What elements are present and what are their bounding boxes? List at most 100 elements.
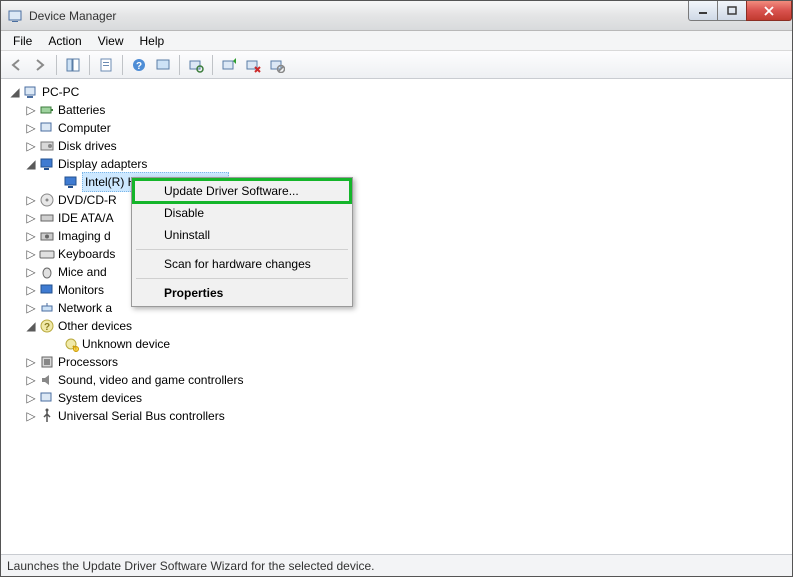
- close-button[interactable]: [746, 1, 792, 21]
- cpu-icon: [39, 354, 55, 370]
- collapse-icon[interactable]: ◢: [25, 155, 37, 173]
- tree-label: Batteries: [58, 101, 105, 119]
- tree-label: Keyboards: [58, 245, 115, 263]
- window-controls: [689, 1, 792, 21]
- tree-label: Processors: [58, 353, 118, 371]
- toolbar-separator: [179, 55, 180, 75]
- tree-label: Other devices: [58, 317, 132, 335]
- tree-item-processors[interactable]: ▷ Processors: [5, 353, 792, 371]
- tree-label: Mice and: [58, 263, 107, 281]
- tree-item-sound[interactable]: ▷ Sound, video and game controllers: [5, 371, 792, 389]
- toolbar: ?: [1, 51, 792, 79]
- toolbar-separator: [122, 55, 123, 75]
- dvd-icon: [39, 192, 55, 208]
- show-hide-tree-button[interactable]: [62, 54, 84, 76]
- statusbar: Launches the Update Driver Software Wiza…: [1, 554, 792, 576]
- expand-icon[interactable]: ▷: [25, 209, 37, 227]
- forward-button[interactable]: [29, 54, 51, 76]
- computer-icon: [39, 120, 55, 136]
- tree-item-dvd[interactable]: ▷ DVD/CD-R: [5, 191, 792, 209]
- tree-item-ide[interactable]: ▷ IDE ATA/A: [5, 209, 792, 227]
- statusbar-text: Launches the Update Driver Software Wiza…: [7, 559, 375, 573]
- tree-item-usb[interactable]: ▷ Universal Serial Bus controllers: [5, 407, 792, 425]
- display-icon: [63, 174, 79, 190]
- menu-action[interactable]: Action: [40, 32, 89, 50]
- tree-item-keyboards[interactable]: ▷ Keyboards: [5, 245, 792, 263]
- network-icon: [39, 300, 55, 316]
- toolbar-separator: [212, 55, 213, 75]
- tree-item-batteries[interactable]: ▷ Batteries: [5, 101, 792, 119]
- menu-help[interactable]: Help: [132, 32, 173, 50]
- help-toolbar-button[interactable]: ?: [128, 54, 150, 76]
- collapse-icon[interactable]: ◢: [9, 83, 21, 101]
- expand-icon[interactable]: ▷: [25, 371, 37, 389]
- expand-icon[interactable]: ▷: [25, 227, 37, 245]
- svg-text:?: ?: [44, 322, 50, 333]
- tree-label: Imaging d: [58, 227, 111, 245]
- update-driver-toolbar-button[interactable]: [218, 54, 240, 76]
- expand-icon[interactable]: ▷: [25, 299, 37, 317]
- back-button[interactable]: [5, 54, 27, 76]
- cm-uninstall[interactable]: Uninstall: [134, 224, 350, 246]
- expand-icon[interactable]: ▷: [25, 101, 37, 119]
- ide-icon: [39, 210, 55, 226]
- battery-icon: [39, 102, 55, 118]
- tree-item-monitors[interactable]: ▷ Monitors: [5, 281, 792, 299]
- cm-disable[interactable]: Disable: [134, 202, 350, 224]
- svg-text:?: ?: [136, 61, 142, 72]
- titlebar: Device Manager: [1, 1, 792, 31]
- tree-root[interactable]: ◢ PC-PC: [5, 83, 792, 101]
- svg-text:!: !: [75, 347, 76, 352]
- toolbar-separator: [56, 55, 57, 75]
- view-toolbar-button[interactable]: [152, 54, 174, 76]
- tree-item-other-devices[interactable]: ◢ ? Other devices: [5, 317, 792, 335]
- minimize-button[interactable]: [688, 1, 718, 21]
- cm-update-driver[interactable]: Update Driver Software...: [134, 180, 350, 202]
- cm-scan-hardware[interactable]: Scan for hardware changes: [134, 253, 350, 275]
- cm-properties[interactable]: Properties: [134, 282, 350, 304]
- context-menu: Update Driver Software... Disable Uninst…: [131, 177, 353, 307]
- tree-item-intel-hd-graphics[interactable]: Intel(R) HD Graphics 2000: [5, 173, 792, 191]
- tree-item-mice[interactable]: ▷ Mice and: [5, 263, 792, 281]
- device-tree-pane[interactable]: ◢ PC-PC ▷ Batteries ▷ Computer ▷ Disk dr…: [1, 79, 792, 554]
- cm-separator: [136, 249, 348, 250]
- tree-label: PC-PC: [42, 83, 79, 101]
- menu-file[interactable]: File: [5, 32, 40, 50]
- expand-icon[interactable]: ▷: [25, 353, 37, 371]
- uninstall-toolbar-button[interactable]: [242, 54, 264, 76]
- expand-icon[interactable]: ▷: [25, 281, 37, 299]
- tree-item-computer[interactable]: ▷ Computer: [5, 119, 792, 137]
- properties-toolbar-button[interactable]: [95, 54, 117, 76]
- tree-item-display-adapters[interactable]: ◢ Display adapters: [5, 155, 792, 173]
- tree-item-system[interactable]: ▷ System devices: [5, 389, 792, 407]
- tree-label: System devices: [58, 389, 142, 407]
- expand-icon[interactable]: ▷: [25, 137, 37, 155]
- expand-icon[interactable]: ▷: [25, 119, 37, 137]
- expand-icon[interactable]: ▷: [25, 191, 37, 209]
- maximize-button[interactable]: [717, 1, 747, 21]
- warning-icon: !: [63, 336, 79, 352]
- window-title: Device Manager: [29, 9, 116, 23]
- other-icon: ?: [39, 318, 55, 334]
- tree-label: DVD/CD-R: [58, 191, 117, 209]
- tree-label: Disk drives: [58, 137, 117, 155]
- tree-item-unknown-device[interactable]: ! Unknown device: [5, 335, 792, 353]
- disable-toolbar-button[interactable]: [266, 54, 288, 76]
- tree-item-imaging[interactable]: ▷ Imaging d: [5, 227, 792, 245]
- scan-hardware-button[interactable]: [185, 54, 207, 76]
- tree-item-disk-drives[interactable]: ▷ Disk drives: [5, 137, 792, 155]
- tree-label: IDE ATA/A: [58, 209, 114, 227]
- collapse-icon[interactable]: ◢: [25, 317, 37, 335]
- tree-label: Network a: [58, 299, 112, 317]
- tree-item-network[interactable]: ▷ Network a: [5, 299, 792, 317]
- expand-icon[interactable]: ▷: [25, 407, 37, 425]
- expand-icon[interactable]: ▷: [25, 245, 37, 263]
- expand-icon[interactable]: ▷: [25, 263, 37, 281]
- tree-label: Sound, video and game controllers: [58, 371, 243, 389]
- expand-icon[interactable]: ▷: [25, 389, 37, 407]
- toolbar-separator: [89, 55, 90, 75]
- menu-view[interactable]: View: [90, 32, 132, 50]
- camera-icon: [39, 228, 55, 244]
- tree-label: Computer: [58, 119, 111, 137]
- cm-separator: [136, 278, 348, 279]
